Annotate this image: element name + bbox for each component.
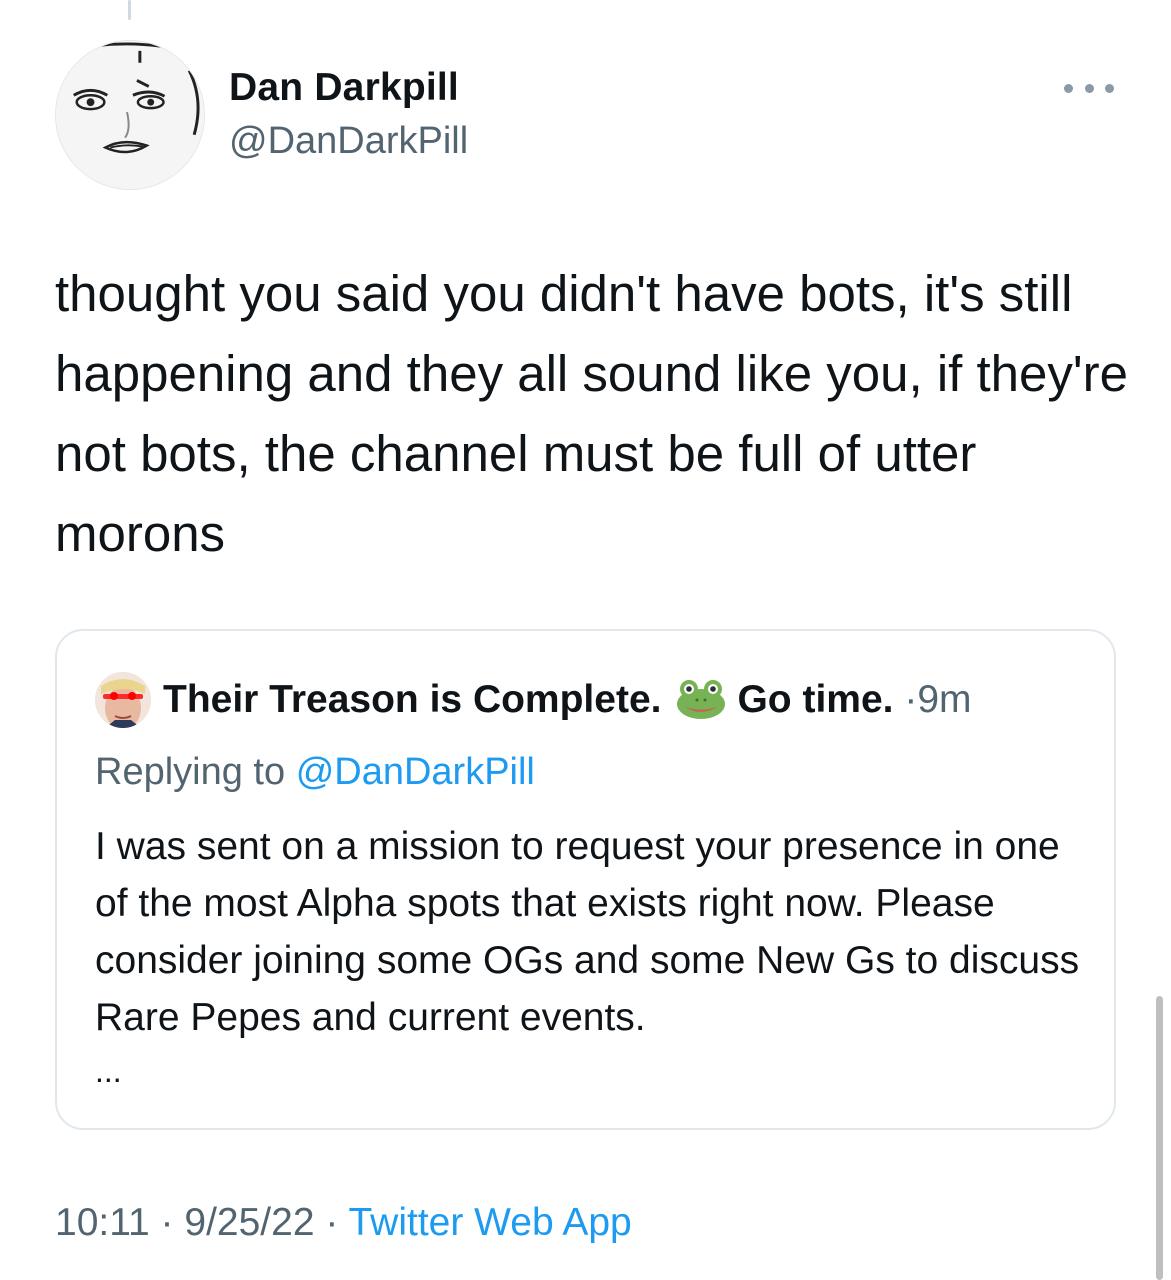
dot-icon [1105,83,1114,93]
meta-separator: · [160,1201,174,1244]
avatar[interactable] [55,40,205,190]
quoted-avatar[interactable] [95,672,151,728]
quoted-tweet-card[interactable]: Their Treason is Complete. Go time. ·9m … [55,629,1116,1130]
meta-separator: · [325,1201,339,1244]
frog-icon [675,678,727,720]
quoted-separator: · [904,678,918,721]
thread-connector-line [128,0,131,20]
dot-icon [1064,83,1073,93]
replying-to-mention[interactable]: @DanDarkPill [296,751,535,793]
quoted-truncation-ellipsis: ... [95,1053,122,1089]
author-display-name[interactable]: Dan Darkpill [229,66,459,110]
more-options-icon[interactable] [1064,78,1114,98]
quoted-author-name[interactable]: Their Treason is Complete. [163,678,661,721]
red-eyes-face-avatar-icon [95,672,151,728]
tweet-text: thought you said you didn't have bots, i… [55,265,1128,562]
dot-icon [1084,83,1094,93]
quoted-header: Their Treason is Complete. Go time. ·9m [163,675,972,725]
quoted-tweet-text: I was sent on a mission to request your … [95,825,1080,1039]
tweet-source-link[interactable]: Twitter Web App [349,1201,632,1244]
replying-to: Replying to @DanDarkPill [95,747,535,797]
author-handle[interactable]: @DanDarkPill [229,120,468,163]
quoted-author-name-suffix[interactable]: Go time. [737,678,893,721]
scrollbar[interactable] [1156,996,1163,1280]
tweet-detail: Dan Darkpill @DanDarkPill thought you sa… [0,0,1171,1280]
quoted-timestamp[interactable]: 9m [917,678,971,721]
tweet-meta: 10:11 · 9/25/22 · Twitter Web App [55,1198,632,1248]
replying-to-label: Replying to [95,751,286,793]
tweet-date[interactable]: 9/25/22 [184,1201,314,1244]
sketch-face-avatar-icon [56,41,204,189]
tweet-time[interactable]: 10:11 [55,1201,150,1244]
